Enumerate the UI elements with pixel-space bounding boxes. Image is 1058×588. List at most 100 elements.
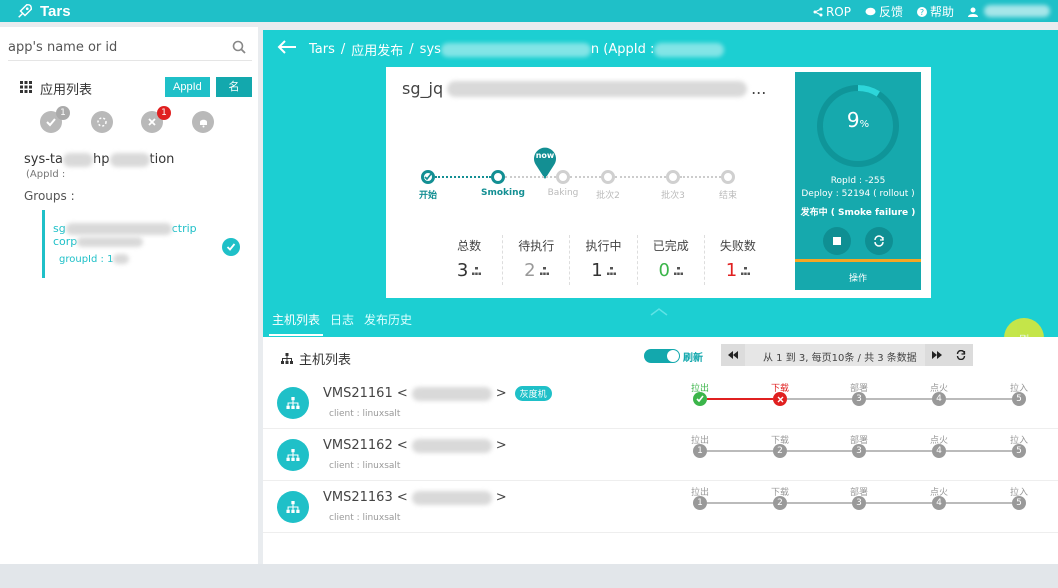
pager-last-button[interactable] (925, 344, 949, 366)
host-client: client : linuxsalt (329, 461, 401, 471)
step-1-label: Smoking (481, 188, 525, 198)
sort-by-name-button[interactable]: 名称 (216, 77, 252, 113)
stat-3: 已完成 0 (638, 235, 705, 285)
user-name-redacted[interactable] (984, 5, 1050, 17)
pipeline-step-dot[interactable] (693, 392, 707, 406)
tab-host-list[interactable]: 主机列表 (269, 311, 324, 336)
feedback-link[interactable]: 反馈 (865, 3, 903, 20)
group-item[interactable]: sg ctrip corp groupId : 1 (42, 210, 248, 278)
sitemap-icon (741, 266, 751, 275)
progress-percent-unit: % (859, 119, 870, 130)
rop-link-label: ROP (825, 4, 851, 19)
back-arrow-icon[interactable] (277, 39, 297, 55)
pager-refresh-button[interactable] (949, 344, 973, 366)
pipeline-connector (787, 502, 852, 504)
sitemap-icon (472, 266, 482, 275)
host-name-close: > (495, 386, 507, 401)
host-avatar (277, 439, 309, 471)
pipeline-step-dot[interactable]: 5 (1012, 392, 1026, 406)
filter-failed[interactable]: 1 (141, 106, 171, 133)
pipeline-step-dot[interactable]: 3 (852, 496, 866, 510)
rocket-icon (18, 3, 33, 18)
host-name-close: > (495, 438, 507, 453)
bottom-strip (0, 564, 1058, 588)
app-search (8, 35, 252, 61)
stepper-connector (570, 176, 601, 178)
check-circle-icon (46, 118, 56, 127)
pager-first-button[interactable] (721, 344, 745, 366)
stop-button[interactable] (823, 227, 851, 255)
filter-alert[interactable] (192, 111, 214, 133)
step-4-dot (666, 170, 680, 184)
pipeline-step-dot[interactable]: 4 (932, 392, 946, 406)
filter-running[interactable] (91, 111, 113, 133)
host-row[interactable]: VMS21162 < > client : linuxsalt 拉出 1 下载 2 部署 3 点火… (263, 429, 1058, 481)
rop-id: RopId : -255 (830, 176, 886, 186)
host-pipeline: 拉出 1 下载 2 部署 3 点火 4 拉入 5 (691, 429, 1033, 481)
host-name: VMS21161 < > 灰度机 (323, 386, 552, 401)
stat-value-wrap: 3 (436, 260, 502, 281)
stepper-connector (505, 176, 556, 178)
grid-icon (20, 81, 32, 93)
svg-text:?: ? (920, 8, 924, 17)
refresh-icon (956, 350, 966, 360)
pipeline-connector (866, 398, 932, 400)
stepper-connector (680, 176, 721, 178)
stat-value: 1 (725, 260, 738, 281)
breadcrumb-app: sys n (AppId : (420, 42, 725, 57)
host-avatar (277, 491, 309, 523)
pipeline-step-dot[interactable]: 1 (693, 444, 707, 458)
host-row[interactable]: VMS21161 < > 灰度机 client : linuxsalt 拉出 下载 部署 3 点… (263, 377, 1058, 429)
pipeline-step-dot[interactable]: 2 (773, 496, 787, 510)
pipeline-step-dot[interactable]: 5 (1012, 496, 1026, 510)
filter-success[interactable]: 1 (40, 106, 70, 133)
stat-label: 待执行 (518, 239, 555, 253)
now-label: now (535, 151, 555, 160)
pipeline-step-dot[interactable]: 3 (852, 444, 866, 458)
stat-value-wrap: 1 (570, 260, 636, 281)
pipeline-step-dot[interactable]: 4 (932, 444, 946, 458)
host-name-text: VMS21163 < (323, 490, 408, 505)
host-row[interactable]: VMS21163 < > client : linuxsalt 拉出 1 下载 2 部署 3 点火… (263, 481, 1058, 533)
pipeline-step-dot[interactable]: 1 (693, 496, 707, 510)
retry-button[interactable] (865, 227, 893, 255)
header-links: ROP 反馈 ? 帮助 (813, 3, 978, 20)
pipeline-step-dot[interactable] (773, 392, 787, 406)
stepper-connector (435, 176, 491, 178)
pipeline-step-dot[interactable]: 3 (852, 392, 866, 406)
pipeline-step-dot[interactable]: 4 (932, 496, 946, 510)
help-link[interactable]: ? 帮助 (916, 3, 954, 20)
stat-value-wrap: 0 (638, 260, 704, 281)
host-name: VMS21163 < > (323, 490, 507, 505)
step-4-label: 批次3 (661, 191, 685, 201)
app-search-input[interactable] (8, 35, 218, 59)
pipeline-connector (946, 502, 1012, 504)
operation-label[interactable]: 操作 (795, 271, 921, 284)
chevron-up-icon[interactable] (649, 307, 669, 319)
pipeline-step-dot[interactable]: 2 (773, 444, 787, 458)
step-1-dot (491, 170, 505, 184)
sort-by-appid-button[interactable]: AppId (165, 77, 210, 97)
logo[interactable]: Tars (16, 2, 71, 20)
breadcrumb-root[interactable]: Tars (309, 42, 335, 57)
help-link-label: 帮助 (929, 5, 954, 19)
pipeline-step-dot[interactable]: 5 (1012, 444, 1026, 458)
pipeline-connector (787, 398, 852, 400)
user-menu[interactable] (968, 3, 978, 20)
app-name[interactable]: sys-ta hp tion (24, 152, 174, 167)
auto-refresh-toggle[interactable] (644, 349, 680, 363)
sitemap-icon (286, 449, 300, 461)
bell-icon (199, 119, 207, 127)
stat-value: 2 (524, 260, 536, 281)
tab-deploy-history[interactable]: 发布历史 (361, 311, 415, 334)
x-circle-icon (148, 118, 156, 126)
breadcrumb-section[interactable]: 应用发布 (351, 40, 403, 59)
sitemap-icon (281, 353, 293, 364)
host-client: client : linuxsalt (329, 409, 401, 419)
tab-logs[interactable]: 日志 (327, 311, 357, 334)
rop-link[interactable]: ROP (813, 3, 851, 20)
host-client: client : linuxsalt (329, 513, 401, 523)
group-id-label: groupId : (59, 254, 104, 265)
failed-count-badge: 1 (157, 106, 171, 120)
search-icon[interactable] (232, 40, 246, 54)
